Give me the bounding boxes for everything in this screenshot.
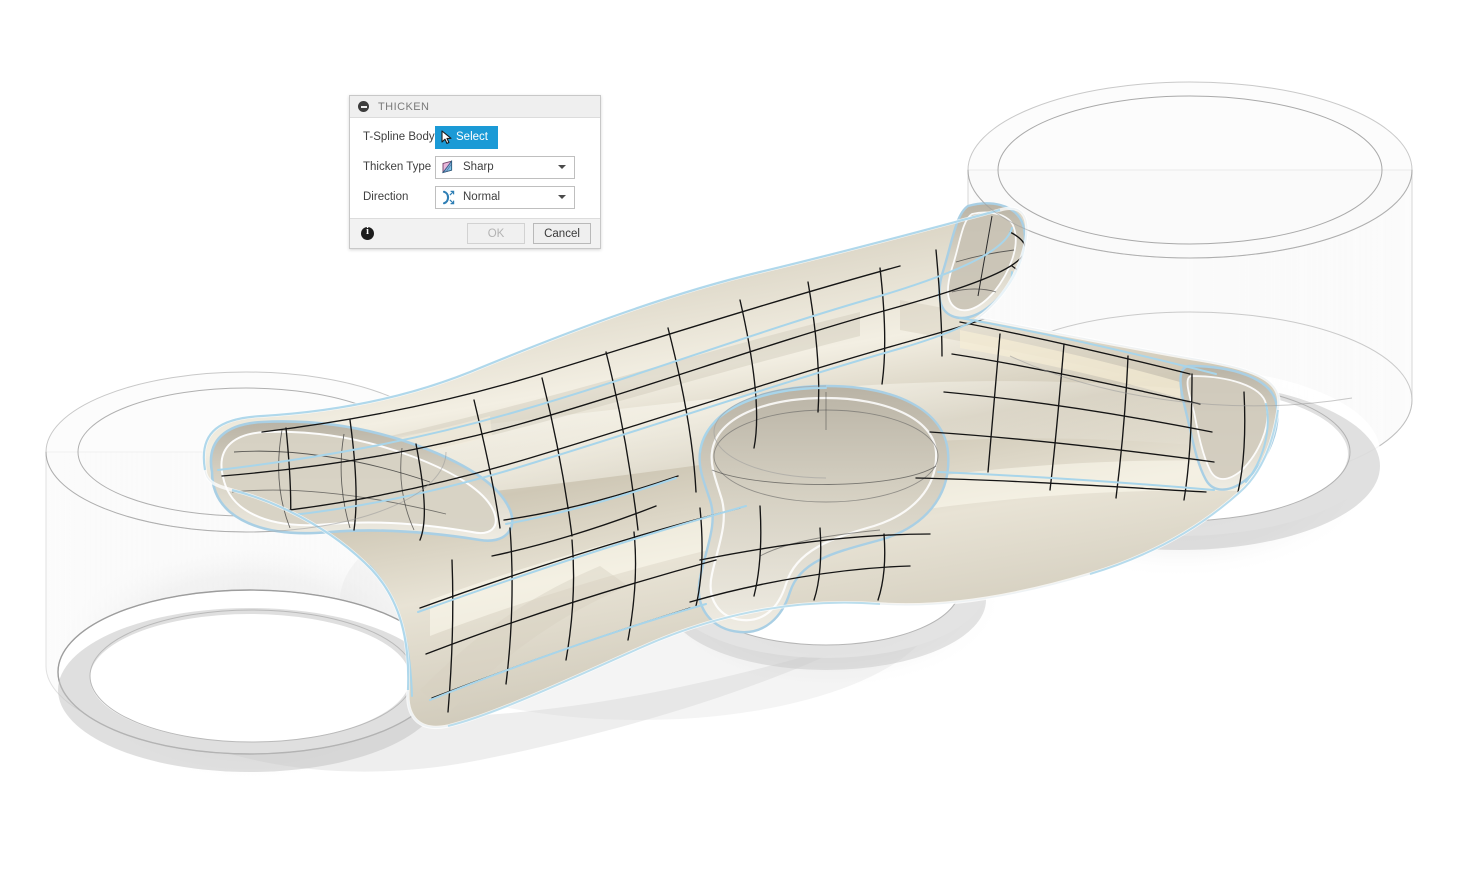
tspline-body-label: T-Spline Body: [363, 131, 435, 143]
row-direction: Direction Normal: [350, 185, 600, 209]
info-icon[interactable]: [361, 226, 374, 240]
direction-value: Normal: [463, 191, 501, 203]
cancel-button-label: Cancel: [544, 227, 580, 240]
ok-button[interactable]: OK: [467, 223, 525, 244]
thicken-type-label: Thicken Type: [363, 161, 432, 173]
cylinder-front-left: [57, 589, 443, 772]
select-button-label: Select: [456, 131, 488, 143]
thicken-dialog[interactable]: THICKEN T-Spline Body Select Thicken Typ…: [349, 95, 601, 249]
chevron-down-icon[interactable]: [558, 165, 566, 169]
direction-label: Direction: [363, 191, 409, 203]
direction-dropdown[interactable]: Normal: [435, 185, 575, 209]
dialog-footer: OK Cancel: [350, 218, 600, 248]
thicken-type-value: Sharp: [463, 161, 494, 173]
row-tspline-body: T-Spline Body Select: [350, 125, 600, 149]
sharp-thicken-icon: [439, 159, 456, 176]
dialog-title-bar[interactable]: THICKEN: [350, 96, 600, 118]
circle-minus-icon[interactable]: [358, 101, 369, 112]
select-button[interactable]: Select: [435, 125, 498, 149]
dialog-title: THICKEN: [378, 100, 430, 113]
thicken-type-dropdown[interactable]: Sharp: [435, 155, 575, 179]
ok-button-label: OK: [487, 227, 505, 240]
cancel-button[interactable]: Cancel: [533, 223, 591, 244]
dialog-body: T-Spline Body Select Thicken Type Sharp …: [350, 118, 600, 218]
chevron-down-icon[interactable]: [558, 195, 566, 199]
cursor-arrow-icon: [440, 129, 453, 145]
3d-modeling-canvas[interactable]: [0, 0, 1476, 888]
normal-direction-icon: [439, 189, 456, 206]
row-thicken-type: Thicken Type Sharp: [350, 155, 600, 179]
